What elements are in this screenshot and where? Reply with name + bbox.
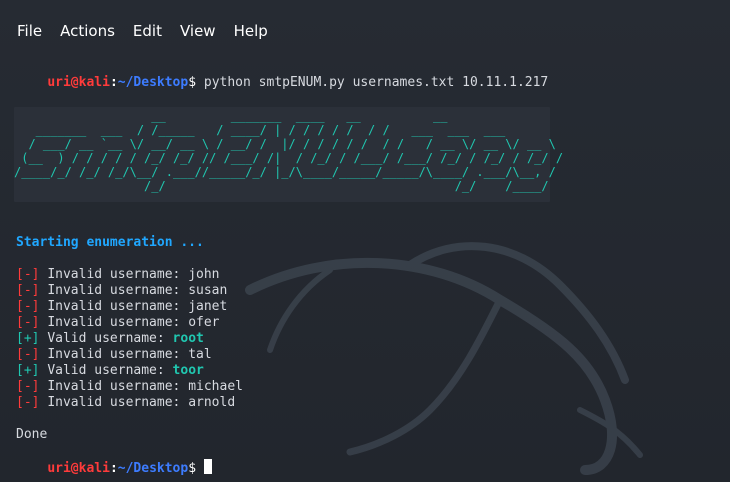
menu-help[interactable]: Help — [234, 9, 268, 41]
result-row: [-] Invalid username: tal — [16, 347, 212, 363]
banner-line: /_/ /_/ /____/ — [14, 179, 549, 193]
menu-file[interactable]: File — [17, 9, 42, 41]
username-value: root — [172, 331, 204, 346]
prompt-path-2: ~/Desktop — [117, 461, 189, 476]
result-row: [-] Invalid username: john — [16, 267, 220, 283]
active-prompt: uri@kali:~/Desktop$ — [16, 443, 213, 482]
ascii-banner: __ _______ ____ __ __ _______ ___ / /___… — [14, 107, 563, 202]
username-value: susan — [188, 283, 228, 298]
menu-edit[interactable]: Edit — [133, 9, 162, 41]
valid-marker: [+] — [16, 331, 40, 346]
invalid-marker: [-] — [16, 267, 40, 282]
result-row: [+] Valid username: toor — [16, 363, 204, 379]
result-row: [-] Invalid username: janet — [16, 299, 227, 315]
banner-line: / ___/ __ `__ \/ __/ __ \ / __/ / |/ / /… — [14, 137, 556, 151]
username-value: john — [188, 267, 220, 282]
menu-actions[interactable]: Actions — [60, 9, 115, 41]
username-value: janet — [188, 299, 228, 314]
prompt-user-2: uri — [47, 461, 71, 476]
menu-bar: File Actions Edit View Help — [0, 0, 730, 50]
banner-line: _______ ___ / /_____ / ____/ | / / / / /… — [14, 123, 506, 137]
done-text: Done — [16, 427, 48, 442]
banner-line: (__ ) / / / / / /_/ /_/ // /___/ /| / /_… — [14, 151, 564, 165]
result-label: Invalid username: — [47, 283, 189, 298]
command-line: uri@kali:~/Desktop$ python smtpENUM.py u… — [16, 59, 548, 107]
result-label: Valid username: — [47, 363, 173, 378]
prompt-dollar: $ — [188, 75, 197, 90]
ascii-banner-art: __ _______ ____ __ __ _______ ___ / /___… — [14, 107, 563, 193]
invalid-marker: [-] — [16, 283, 40, 298]
result-row: [+] Valid username: root — [16, 331, 204, 347]
status-starting: Starting enumeration ... — [16, 235, 204, 250]
terminal-window[interactable]: File Actions Edit View Help uri@kali:~/D… — [0, 0, 730, 482]
result-label: Invalid username: — [47, 379, 189, 394]
username-value: arnold — [188, 395, 236, 410]
valid-marker: [+] — [16, 363, 40, 378]
invalid-marker: [-] — [16, 347, 40, 362]
invalid-marker: [-] — [16, 315, 40, 330]
result-row: [-] Invalid username: michael — [16, 379, 243, 395]
banner-line: __ _______ ____ __ __ — [14, 109, 448, 123]
result-label: Invalid username: — [47, 299, 189, 314]
prompt-dollar-2: $ — [188, 461, 197, 476]
prompt-host-2: kali — [78, 461, 110, 476]
username-value: toor — [172, 363, 204, 378]
result-label: Invalid username: — [47, 395, 189, 410]
result-label: Invalid username: — [47, 267, 189, 282]
prompt-host: kali — [78, 75, 110, 90]
invalid-marker: [-] — [16, 379, 40, 394]
username-value: ofer — [188, 315, 220, 330]
executed-command: python smtpENUM.py usernames.txt 10.11.1… — [203, 75, 549, 90]
result-label: Invalid username: — [47, 347, 189, 362]
prompt-colon-2: : — [109, 461, 118, 476]
prompt-at-2: @ — [70, 461, 79, 476]
result-label: Invalid username: — [47, 315, 189, 330]
prompt-path: ~/Desktop — [117, 75, 189, 90]
prompt-at: @ — [70, 75, 79, 90]
result-row: [-] Invalid username: arnold — [16, 395, 235, 411]
prompt-user: uri — [47, 75, 71, 90]
result-row: [-] Invalid username: ofer — [16, 315, 220, 331]
username-value: michael — [188, 379, 243, 394]
text-cursor[interactable] — [204, 459, 213, 474]
prompt-colon: : — [109, 75, 118, 90]
invalid-marker: [-] — [16, 395, 40, 410]
menu-view[interactable]: View — [180, 9, 216, 41]
invalid-marker: [-] — [16, 299, 40, 314]
banner-line: /____/_/ /_/ /_/\__/ .___//_____/_/ |_/\… — [14, 165, 556, 179]
result-row: [-] Invalid username: susan — [16, 283, 227, 299]
result-label: Valid username: — [47, 331, 173, 346]
username-value: tal — [188, 347, 212, 362]
